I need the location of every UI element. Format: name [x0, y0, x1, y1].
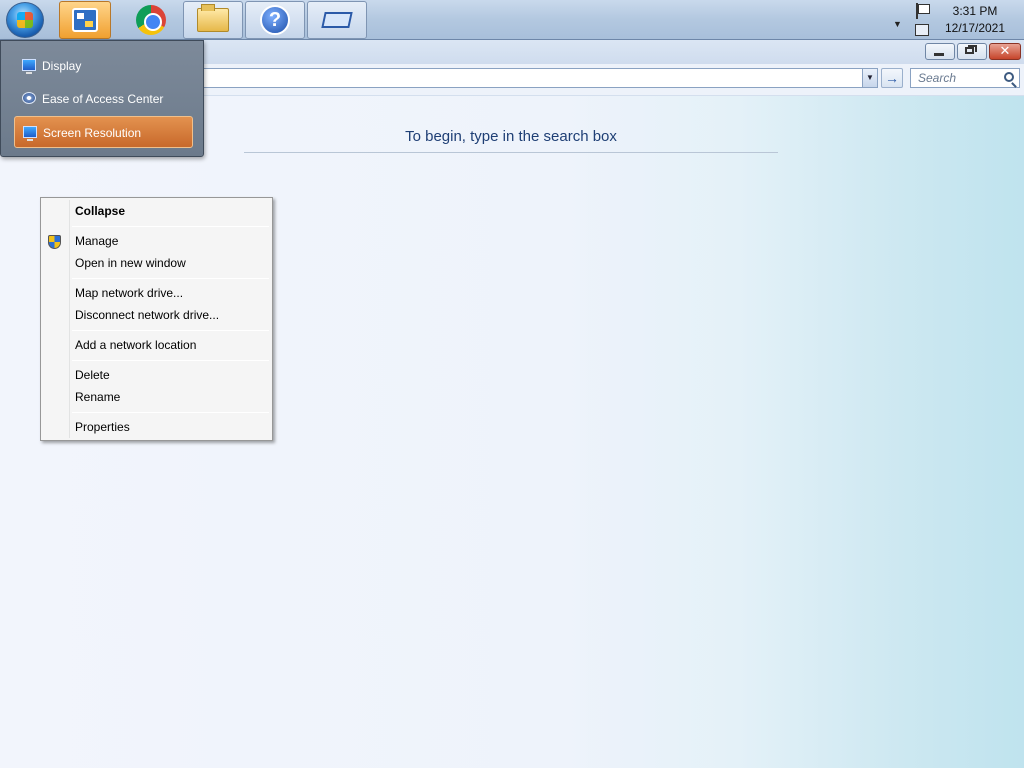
- search-box[interactable]: [910, 68, 1020, 88]
- menu-item-disconnect-network-drive[interactable]: Disconnect network drive...: [75, 308, 219, 322]
- taskbar-button-control-panel[interactable]: [59, 1, 111, 39]
- menu-item-properties[interactable]: Properties: [75, 420, 130, 434]
- close-button[interactable]: ✕: [989, 43, 1021, 60]
- help-icon: ?: [260, 5, 290, 35]
- monitor-icon: [22, 59, 36, 74]
- menu-separator: [72, 360, 269, 361]
- clock-date[interactable]: 12/17/2021: [940, 21, 1010, 35]
- uac-shield-icon: [48, 235, 61, 249]
- monitor-icon: [23, 126, 37, 141]
- restore-button[interactable]: [957, 43, 987, 60]
- search-icon[interactable]: [1004, 72, 1014, 82]
- menu-item-open-in-new-window[interactable]: Open in new window: [75, 256, 186, 270]
- clock-time[interactable]: 3:31 PM: [940, 4, 1010, 18]
- control-panel-icon: [72, 8, 98, 32]
- search-hint-text: To begin, type in the search box: [405, 128, 617, 145]
- popup-item-display[interactable]: Display: [14, 50, 193, 82]
- minimize-button[interactable]: [925, 43, 955, 60]
- close-icon: ✕: [999, 43, 1011, 58]
- hint-divider: [244, 152, 778, 153]
- popup-item-ease-of-access-center[interactable]: Ease of Access Center: [14, 83, 193, 115]
- menu-item-manage[interactable]: Manage: [75, 234, 118, 248]
- popup-item-label: Ease of Access Center: [42, 92, 164, 106]
- taskbar: ? ▼ 3:31 PM 12/17/2021: [0, 0, 1024, 40]
- go-button[interactable]: →: [881, 68, 903, 88]
- taskbar-button-help[interactable]: ?: [245, 1, 305, 39]
- chrome-icon: [136, 5, 166, 35]
- minimize-icon: [934, 53, 944, 56]
- search-input[interactable]: [911, 69, 999, 87]
- network-icon[interactable]: [915, 24, 929, 36]
- address-dropdown-button[interactable]: ▼: [862, 69, 877, 87]
- start-button[interactable]: [6, 2, 44, 38]
- menu-item-add-network-location[interactable]: Add a network location: [75, 338, 196, 352]
- popup-item-label: Screen Resolution: [43, 126, 142, 140]
- menu-item-rename[interactable]: Rename: [75, 390, 120, 404]
- taskbar-button-chrome[interactable]: [121, 1, 181, 39]
- context-menu: Collapse Manage Open in new window Map n…: [40, 197, 273, 441]
- menu-separator: [72, 412, 269, 413]
- menu-separator: [72, 278, 269, 279]
- show-hidden-icons-icon[interactable]: ▼: [893, 19, 902, 29]
- menu-item-collapse[interactable]: Collapse: [75, 204, 125, 218]
- taskbar-button-remote-desktop[interactable]: [307, 1, 367, 39]
- menu-separator: [72, 226, 269, 227]
- menu-item-delete[interactable]: Delete: [75, 368, 110, 382]
- popup-item-label: Display: [42, 59, 82, 73]
- menu-item-map-network-drive[interactable]: Map network drive...: [75, 286, 183, 300]
- popup-item-screen-resolution[interactable]: Screen Resolution: [14, 116, 193, 148]
- search-results-popup: Display Ease of Access Center Screen Res…: [0, 40, 204, 157]
- ease-of-access-icon: [22, 92, 36, 104]
- window-icon: [321, 12, 353, 28]
- folder-icon: [197, 4, 229, 32]
- taskbar-button-file-explorer[interactable]: [183, 1, 243, 39]
- address-bar[interactable]: [200, 68, 878, 88]
- action-center-flag-icon[interactable]: [915, 3, 930, 19]
- menu-separator: [72, 330, 269, 331]
